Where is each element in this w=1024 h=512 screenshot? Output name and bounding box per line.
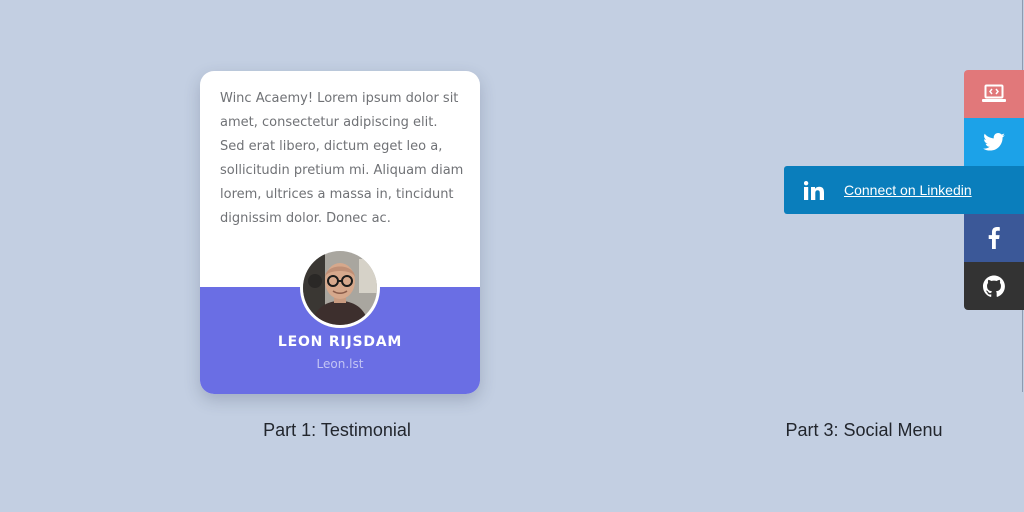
twitter-icon: [983, 133, 1005, 151]
caption-testimonial: Part 1: Testimonial: [263, 420, 411, 440]
author-site: Leon.lst: [316, 357, 364, 371]
social-portfolio-button[interactable]: [964, 70, 1024, 118]
linkedin-label[interactable]: Connect on Linkedin: [844, 182, 972, 198]
github-icon: [983, 275, 1005, 297]
linkedin-icon: [804, 180, 824, 200]
author-name: LEON RIJSDAM: [277, 334, 403, 350]
social-twitter-button[interactable]: [964, 118, 1024, 166]
social-facebook-button[interactable]: [964, 214, 1024, 262]
laptop-code-icon: [982, 84, 1006, 102]
page: Winc Acaemy! Lorem ipsum dolor sit amet,…: [0, 0, 1024, 512]
caption-social-menu: Part 3: Social Menu: [785, 420, 943, 440]
facebook-icon: [988, 227, 1000, 249]
social-linkedin-button[interactable]: Connect on Linkedin: [784, 166, 1024, 214]
testimonial-card: Winc Acaemy! Lorem ipsum dolor sit amet,…: [200, 71, 480, 394]
linkedin-icon-wrap: [784, 166, 844, 214]
avatar-photo: [303, 251, 377, 325]
social-github-button[interactable]: [964, 262, 1024, 310]
avatar: [300, 248, 380, 328]
testimonial-quote: Winc Acaemy! Lorem ipsum dolor sit amet,…: [220, 91, 464, 226]
